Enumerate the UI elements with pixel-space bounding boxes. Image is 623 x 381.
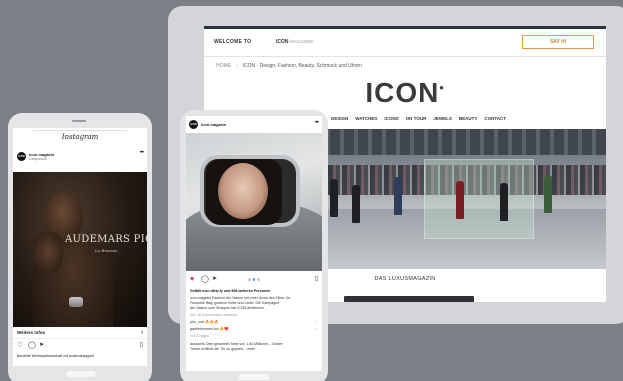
breadcrumb-separator: › bbox=[236, 63, 238, 69]
hero-model bbox=[544, 175, 552, 213]
site-logo[interactable]: ICON• bbox=[204, 77, 606, 109]
account-name[interactable]: icon.magazin bbox=[201, 122, 226, 127]
sponsored-label: Gesponsert bbox=[29, 157, 48, 161]
partnership-text: Bezahlte Werbepartnerschaft mit audemars… bbox=[17, 354, 94, 358]
instagram-screen-left: Instagram ICON icon.magazin Gesponsert •… bbox=[13, 128, 147, 366]
nav-contact[interactable]: CONTACT bbox=[484, 116, 506, 121]
comment-icon[interactable]: ◯ bbox=[28, 342, 36, 349]
share-icon[interactable]: ➤ bbox=[39, 342, 44, 348]
welcome-text: WELCOME TO bbox=[214, 39, 252, 45]
header-logo[interactable]: ICON MAGAZINE bbox=[276, 39, 313, 45]
instagram-screen-center: ICON icon.magazin ••• ♥ ◯ ➤ ▯ Gefällt ic… bbox=[186, 116, 322, 371]
caption-text: Favourite Bag: goldene Kette und Leder. … bbox=[190, 301, 280, 305]
nav-on-tour[interactable]: ON TOUR bbox=[406, 116, 427, 121]
chevron-right-icon: › bbox=[141, 329, 143, 336]
phone-speaker bbox=[72, 120, 86, 122]
carousel-dot bbox=[257, 278, 260, 281]
comment-icon[interactable]: ◯ bbox=[201, 276, 209, 283]
heart-icon[interactable]: ♥ bbox=[190, 276, 194, 283]
hero-model bbox=[456, 181, 464, 219]
site-logo-text: ICON bbox=[365, 77, 440, 108]
nav-watches[interactable]: WATCHES bbox=[355, 116, 377, 121]
site-logo-mark: • bbox=[439, 80, 445, 95]
divider bbox=[33, 130, 127, 131]
hero-model bbox=[394, 177, 402, 215]
post-header: ICON icon.magazin ••• bbox=[186, 118, 322, 132]
avatar[interactable]: ICON bbox=[17, 152, 26, 161]
likes-count: Gefällt icon.dietz.ly und 908 weiteren P… bbox=[190, 289, 271, 293]
comment-like-icon[interactable]: ♡ bbox=[314, 327, 318, 332]
home-indicator bbox=[66, 371, 96, 377]
breadcrumb-home[interactable]: HOME bbox=[216, 63, 231, 69]
breadcrumb: HOME › ICON - Design, Fashion, Beauty, S… bbox=[216, 63, 362, 69]
more-options-icon[interactable]: ••• bbox=[315, 120, 319, 126]
site-header: WELCOME TO ICON MAGAZINE SAY HI bbox=[204, 29, 606, 57]
post-image: AUDEMARS PIGUET Le Brassus bbox=[13, 172, 147, 327]
hero-glass-panel bbox=[424, 159, 534, 239]
bookmark-icon[interactable]: ▯ bbox=[140, 342, 143, 348]
carousel-dot bbox=[248, 278, 251, 281]
share-icon[interactable]: ➤ bbox=[212, 276, 217, 282]
nav-design[interactable]: DESIGN bbox=[331, 116, 348, 121]
carousel-dots bbox=[248, 278, 260, 281]
nav-beauty[interactable]: BEAUTY bbox=[459, 116, 478, 121]
caption-text: aussichts Dein gesamtes Nest von 1,84 Mi… bbox=[190, 342, 283, 346]
header-logo-bold: ICON bbox=[276, 39, 289, 45]
brand-sub: Le Brassus bbox=[95, 248, 118, 253]
more-info-row[interactable]: Weitere Infos › bbox=[13, 327, 147, 339]
avatar[interactable]: ICON bbox=[189, 120, 198, 129]
comment: gabrieleromeo.fux 🔥❤️ bbox=[190, 327, 229, 331]
website-bottom-bar bbox=[344, 296, 474, 302]
carousel-dot-active bbox=[252, 278, 255, 281]
comment-like-icon[interactable]: ♡ bbox=[314, 320, 318, 325]
more-options-icon[interactable]: ••• bbox=[140, 150, 144, 156]
post-image-face bbox=[218, 163, 268, 219]
bookmark-icon[interactable]: ▯ bbox=[315, 276, 318, 282]
instagram-title: Instagram bbox=[61, 133, 99, 141]
hero-model bbox=[330, 179, 338, 217]
brand-logo: AUDEMARS PIGUET bbox=[65, 234, 147, 245]
heart-icon[interactable]: ♡ bbox=[17, 342, 23, 349]
nav-jewels[interactable]: JEWELS bbox=[433, 116, 452, 121]
breadcrumb-current: ICON - Design, Fashion, Beauty, Schmuck … bbox=[242, 63, 362, 69]
nav-icons[interactable]: ICONS bbox=[384, 116, 398, 121]
caption-text: icon.magazin Fashion der Saison mit eine… bbox=[190, 296, 291, 300]
post-image-watch bbox=[69, 297, 83, 307]
phone-left: Instagram ICON icon.magazin Gesponsert •… bbox=[8, 113, 152, 381]
caption-text: der Saison zum Shoppen bei ICON.de/fashi… bbox=[190, 306, 264, 310]
comment: phv_cozi 🔥🔥🔥 bbox=[190, 320, 219, 324]
post-image-hand bbox=[33, 232, 63, 272]
phone-center: ICON icon.magazin ••• ♥ ◯ ➤ ▯ Gefällt ic… bbox=[180, 110, 328, 381]
say-hi-button[interactable]: SAY HI bbox=[522, 35, 594, 49]
post-header: ICON icon.magazin Gesponsert ••• bbox=[13, 150, 147, 164]
hero-model bbox=[352, 185, 360, 223]
timestamp: vor 2 Tagen bbox=[190, 334, 209, 338]
view-comments-link[interactable]: Alle 18 Kommentare ansehen bbox=[190, 313, 237, 317]
hero-model bbox=[500, 183, 508, 221]
post-image bbox=[186, 133, 322, 271]
post-actions: ♡ ◯ ➤ ▯ bbox=[17, 342, 143, 352]
caption-text: Traum eröffnet die Tür zu geplant... meh… bbox=[190, 347, 256, 351]
header-logo-light: MAGAZINE bbox=[289, 39, 314, 44]
home-indicator bbox=[238, 374, 270, 380]
more-info-label: Weitere Infos bbox=[17, 330, 46, 335]
